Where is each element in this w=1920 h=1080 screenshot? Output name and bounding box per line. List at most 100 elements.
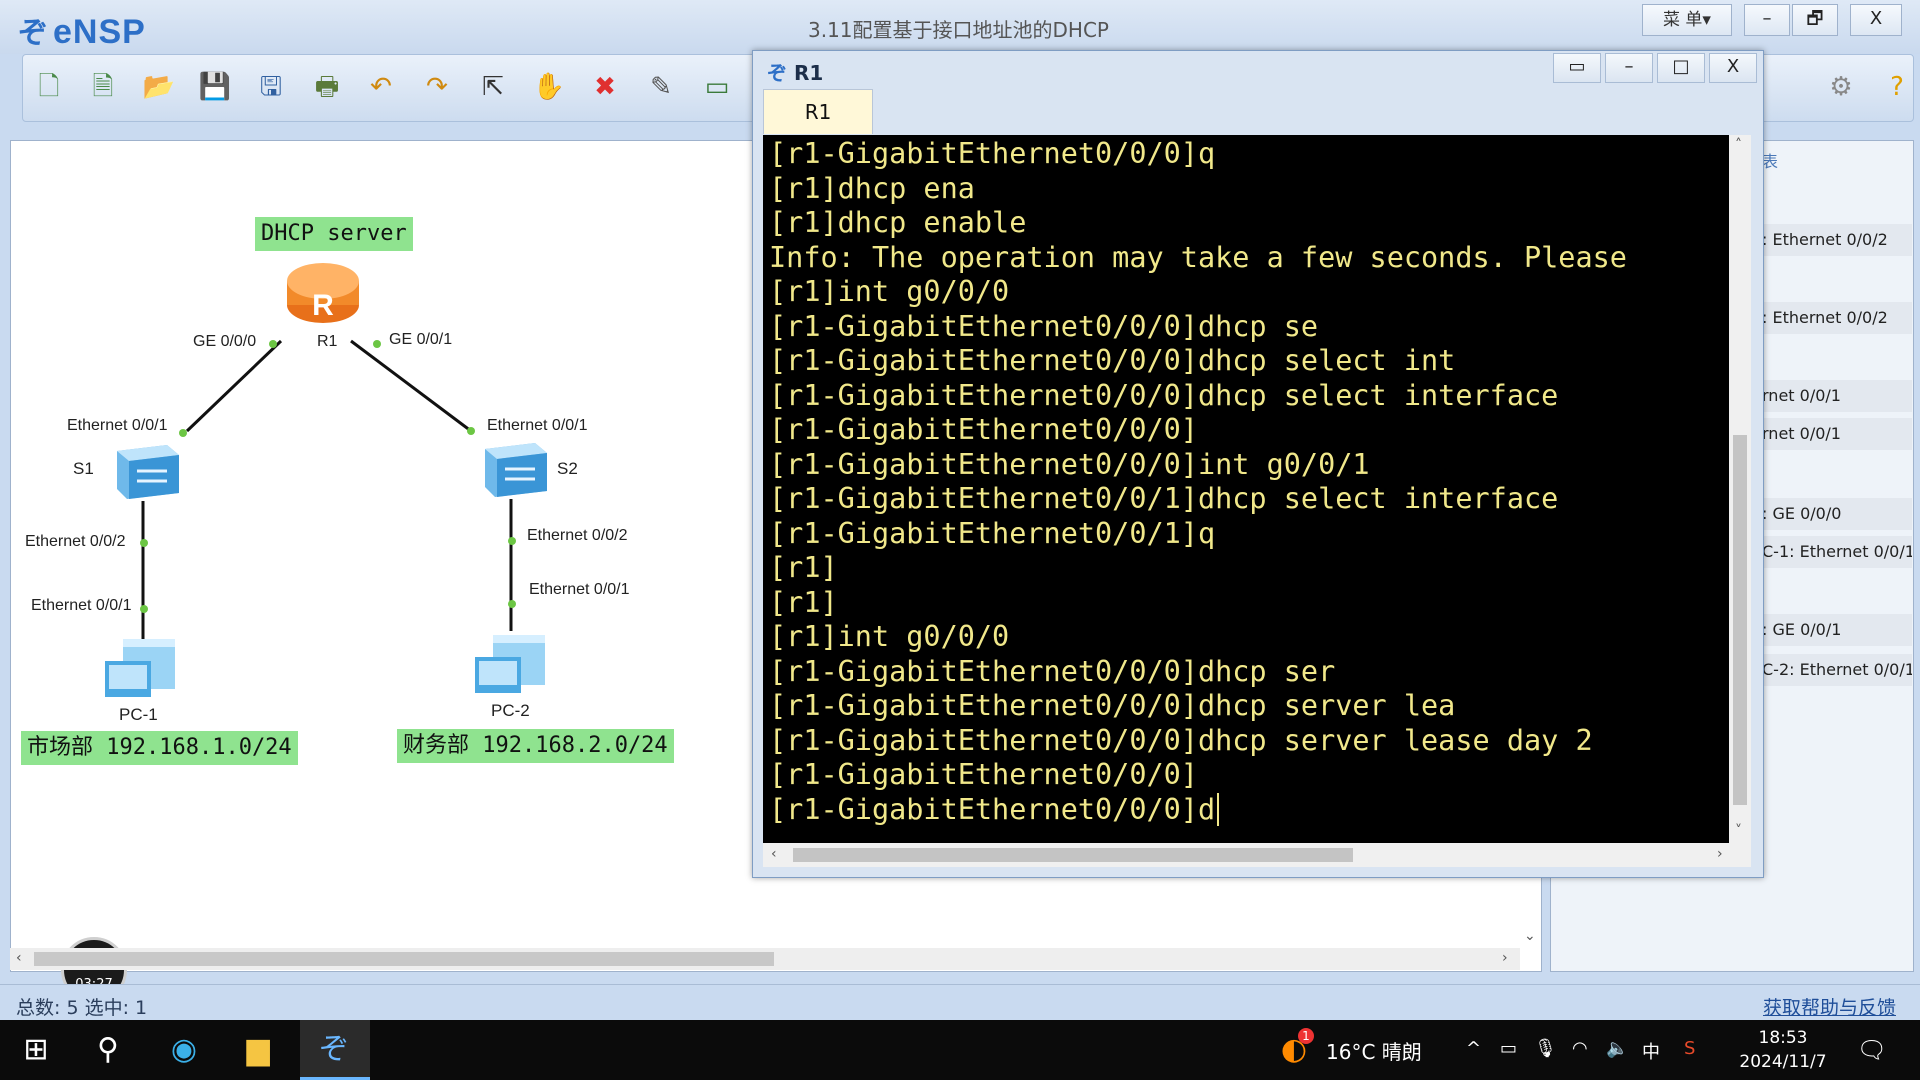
scroll-right-icon[interactable]: › xyxy=(1502,950,1508,966)
microphone-icon[interactable]: 🎙 xyxy=(1534,1038,1557,1059)
notification-center-icon[interactable]: 🗨 xyxy=(1850,1028,1894,1072)
pc1-port: Ethernet 0/0/1 xyxy=(31,597,132,614)
port-dot xyxy=(179,429,187,437)
panel-item[interactable]: : GE 0/0/1 xyxy=(1762,614,1912,646)
scroll-left-icon[interactable]: ‹ xyxy=(771,846,777,862)
panel-item[interactable]: C-2: Ethernet 0/0/1 xyxy=(1762,654,1912,686)
new-lab-icon[interactable]: 🗎 xyxy=(83,67,123,107)
edge-browser-icon[interactable]: ◉ xyxy=(162,1028,206,1072)
wifi-icon[interactable]: ◠ xyxy=(1572,1038,1588,1059)
terminal-line: [r1-GigabitEthernet0/0/1]q xyxy=(769,516,1216,550)
console-restore-button[interactable]: ▭ xyxy=(1553,53,1601,83)
minimize-button[interactable]: – xyxy=(1744,4,1790,36)
battery-icon[interactable]: ▭ xyxy=(1500,1038,1517,1059)
file-explorer-icon[interactable]: ▆ xyxy=(236,1028,280,1072)
panel-item[interactable]: : GE 0/0/0 xyxy=(1762,498,1912,530)
terminal-vertical-scrollbar[interactable]: ˄ ˅ xyxy=(1729,135,1751,843)
port-dot xyxy=(373,340,381,348)
switch-s1-icon[interactable] xyxy=(107,441,185,503)
port-dot xyxy=(140,605,148,613)
windows-start-icon[interactable]: ⊞ xyxy=(14,1028,58,1072)
port-dot xyxy=(508,537,516,545)
console-maximize-button[interactable]: □ xyxy=(1657,53,1705,83)
terminal-line: [r1]dhcp ena xyxy=(769,171,975,205)
close-button[interactable]: X xyxy=(1850,4,1902,36)
undo-icon[interactable]: ↶ xyxy=(361,67,401,107)
status-count: 总数: 5 选中: 1 xyxy=(16,997,148,1019)
text-cursor xyxy=(1217,792,1220,826)
scroll-left-icon[interactable]: ‹ xyxy=(16,950,22,966)
new-topology-icon[interactable]: 🗋 xyxy=(29,67,69,107)
ensp-console-icon: ぞ xyxy=(767,61,794,85)
s1-port-up: Ethernet 0/0/1 xyxy=(67,417,168,434)
r1-port-right: GE 0/0/1 xyxy=(389,331,453,348)
port-dot xyxy=(508,600,516,608)
link-r1-s1 xyxy=(185,339,283,433)
scroll-thumb[interactable] xyxy=(1733,435,1747,805)
open-icon[interactable]: 📂 xyxy=(139,67,179,107)
terminal-line: [r1-GigabitEthernet0/0/0]dhcp ser xyxy=(769,654,1336,688)
scroll-up-icon[interactable]: ˄ xyxy=(1735,137,1742,153)
router-icon[interactable]: R xyxy=(285,257,361,327)
console-window[interactable]: ぞ R1 ▭ – □ X R1 [r1-GigabitEthernet0/0/0… xyxy=(752,50,1764,878)
terminal-line: [r1-GigabitEthernet0/0/0]dhcp select int… xyxy=(769,378,1559,412)
panel-item[interactable]: : Ethernet 0/0/2 xyxy=(1762,224,1912,256)
panel-item[interactable]: rnet 0/0/1 xyxy=(1762,418,1912,450)
terminal-line: [r1-GigabitEthernet0/0/1]dhcp select int… xyxy=(769,482,1559,515)
app-name: eNSP xyxy=(53,13,146,51)
menu-button[interactable]: 菜 单▾ xyxy=(1642,4,1732,36)
search-icon[interactable]: ⚲ xyxy=(86,1028,130,1072)
help-feedback-link[interactable]: 获取帮助与反馈 xyxy=(1763,993,1896,1020)
sogou-ime-icon[interactable]: S xyxy=(1684,1038,1695,1059)
switch-s2-icon[interactable] xyxy=(475,439,553,501)
console-close-button[interactable]: X xyxy=(1709,53,1757,83)
dhcp-server-label: DHCP server xyxy=(255,217,413,251)
scroll-down-icon[interactable]: ⌄ xyxy=(1524,928,1536,944)
restore-button[interactable]: 🗗 xyxy=(1792,4,1838,36)
delete-icon[interactable]: ✖ xyxy=(585,67,625,107)
console-tab[interactable]: R1 xyxy=(763,89,873,134)
terminal-line: [r1-GigabitEthernet0/0/0]dhcp server lea xyxy=(769,689,1456,722)
pc2-icon[interactable] xyxy=(471,621,561,701)
chevron-up-icon[interactable]: ^ xyxy=(1466,1038,1481,1059)
print-icon[interactable]: 🖶 xyxy=(307,67,347,107)
erase-link-icon[interactable]: ✎ xyxy=(641,67,681,107)
save-as-icon[interactable]: 🖫 xyxy=(251,67,291,107)
port-dot xyxy=(140,539,148,547)
help-icon[interactable]: ? xyxy=(1877,67,1917,107)
scroll-thumb[interactable] xyxy=(34,952,774,966)
terminal-line: [r1] xyxy=(769,585,838,619)
terminal[interactable]: [r1-GigabitEthernet0/0/0]q [r1]dhcp ena … xyxy=(763,135,1729,843)
terminal-line: [r1]int g0/0/0 xyxy=(769,620,1010,653)
clock[interactable]: 18:53 2024/11/7 xyxy=(1738,1026,1828,1074)
pc1-name: PC-1 xyxy=(119,705,158,724)
terminal-line: [r1-GigabitEthernet0/0/0]int g0/0/1 xyxy=(769,447,1370,481)
save-icon[interactable]: 💾 xyxy=(195,67,235,107)
panel-item[interactable]: : Ethernet 0/0/2 xyxy=(1762,302,1912,334)
terminal-horizontal-scrollbar[interactable]: ‹ › xyxy=(763,843,1751,867)
add-note-icon[interactable]: ▭ xyxy=(697,67,737,107)
notification-badge: 1 xyxy=(1298,1028,1314,1044)
scroll-thumb[interactable] xyxy=(793,848,1353,862)
console-minimize-button[interactable]: – xyxy=(1605,53,1653,83)
status-bar: 总数: 5 选中: 1 获取帮助与反馈 xyxy=(0,984,1920,1021)
settings-icon[interactable]: ⚙ xyxy=(1821,67,1861,107)
scroll-right-icon[interactable]: › xyxy=(1717,846,1723,862)
terminal-line: [r1-GigabitEthernet0/0/0] xyxy=(769,758,1198,791)
weather-text[interactable]: 16°C 晴朗 xyxy=(1326,1036,1422,1065)
terminal-line: [r1-GigabitEthernet0/0/0]dhcp select int xyxy=(769,344,1456,377)
canvas-horizontal-scrollbar[interactable]: ‹ › xyxy=(10,948,1520,970)
panel-item[interactable]: rnet 0/0/1 xyxy=(1762,380,1912,412)
volume-icon[interactable]: 🔈 xyxy=(1606,1038,1628,1059)
redo-icon[interactable]: ↷ xyxy=(417,67,457,107)
select-icon[interactable]: ⇱ xyxy=(473,67,513,107)
panel-item[interactable]: C-1: Ethernet 0/0/1 xyxy=(1762,536,1912,568)
terminal-output: [r1-GigabitEthernet0/0/0]q [r1]dhcp ena … xyxy=(769,137,1627,827)
terminal-line: [r1-GigabitEthernet0/0/0]dhcp se xyxy=(769,309,1319,343)
ime-indicator[interactable]: 中 xyxy=(1642,1038,1660,1064)
clock-date: 2024/11/7 xyxy=(1739,1052,1827,1072)
pc1-icon[interactable] xyxy=(101,625,191,705)
scroll-down-icon[interactable]: ˅ xyxy=(1735,823,1742,839)
pan-hand-icon[interactable]: ✋ xyxy=(529,67,569,107)
ensp-taskbar-icon[interactable]: ぞ xyxy=(312,1028,356,1072)
